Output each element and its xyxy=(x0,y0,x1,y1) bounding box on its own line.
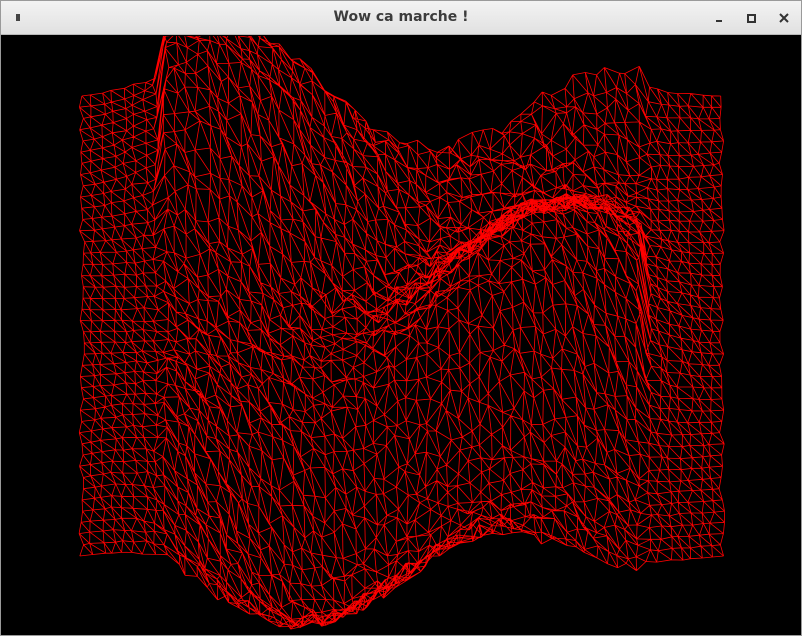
window-title: Wow ca marche ! xyxy=(333,9,469,25)
render-canvas[interactable] xyxy=(2,36,801,635)
mesh-wires xyxy=(78,36,725,630)
maximize-icon xyxy=(747,14,756,23)
close-icon xyxy=(779,13,789,23)
app-window: Wow ca marche ! xyxy=(0,0,802,636)
maximize-button[interactable] xyxy=(743,10,759,26)
close-button[interactable] xyxy=(776,10,792,26)
minimize-button[interactable] xyxy=(711,10,727,26)
minimize-icon xyxy=(716,20,722,22)
wireframe-terrain-mesh xyxy=(78,36,725,630)
title-bar[interactable]: Wow ca marche ! xyxy=(1,1,801,35)
